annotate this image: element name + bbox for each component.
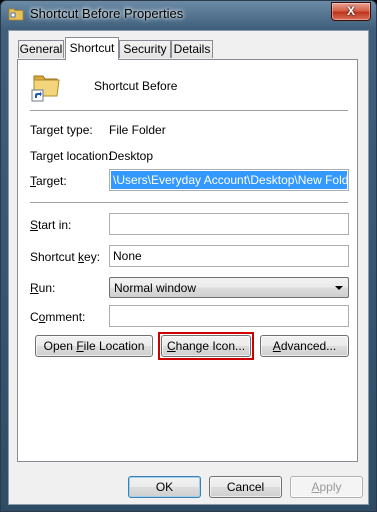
- run-value: Normal window: [114, 281, 197, 295]
- target-value: \Users\Everyday Account\Desktop\New Fold…: [111, 171, 347, 189]
- close-button[interactable]: X: [331, 2, 371, 21]
- tab-shortcut[interactable]: Shortcut: [65, 37, 119, 60]
- shortcut-key-input[interactable]: None: [109, 245, 349, 267]
- shortcut-key-label: Shortcut key:: [30, 250, 101, 264]
- properties-window: Shortcut Before Properties X General Sho…: [0, 0, 377, 512]
- ok-button[interactable]: OK: [128, 476, 201, 498]
- separator: [30, 202, 348, 203]
- target-type-value: File Folder: [109, 123, 166, 137]
- advanced-button[interactable]: Advanced...: [260, 335, 349, 357]
- start-in-label: Start in:: [30, 218, 72, 232]
- change-icon-button[interactable]: Change Icon...: [161, 335, 251, 357]
- tab-security[interactable]: Security: [119, 40, 171, 58]
- comment-label: Comment:: [30, 310, 86, 324]
- tab-details[interactable]: Details: [171, 40, 213, 58]
- target-location-label: Target location:: [30, 149, 112, 163]
- run-label: Run:: [30, 281, 56, 295]
- shortcut-name: Shortcut Before: [94, 79, 178, 93]
- chevron-down-icon: [335, 286, 343, 290]
- shortcut-key-value: None: [113, 249, 142, 263]
- folder-icon: [8, 8, 24, 21]
- target-label: Target:: [30, 174, 67, 188]
- comment-input[interactable]: [109, 305, 349, 327]
- separator: [30, 110, 348, 111]
- close-icon: X: [346, 4, 355, 18]
- target-input[interactable]: \Users\Everyday Account\Desktop\New Fold…: [109, 169, 349, 191]
- apply-button[interactable]: Apply: [290, 476, 363, 498]
- target-location-value: Desktop: [109, 149, 154, 163]
- folder-shortcut-icon: [31, 75, 60, 102]
- dialog-client-area: General Shortcut Security Details Shortc…: [8, 30, 369, 505]
- open-file-location-button[interactable]: Open File Location: [35, 335, 153, 357]
- target-type-label: Target type:: [30, 123, 93, 137]
- cancel-button[interactable]: Cancel: [209, 476, 282, 498]
- title-bar[interactable]: Shortcut Before Properties X: [1, 1, 376, 29]
- shortcut-tab-panel: Shortcut Before Target type: File Folder…: [17, 59, 358, 462]
- run-select[interactable]: Normal window: [109, 277, 349, 298]
- start-in-input[interactable]: [109, 213, 349, 235]
- window-title: Shortcut Before Properties: [30, 6, 184, 21]
- tab-general[interactable]: General: [18, 40, 64, 58]
